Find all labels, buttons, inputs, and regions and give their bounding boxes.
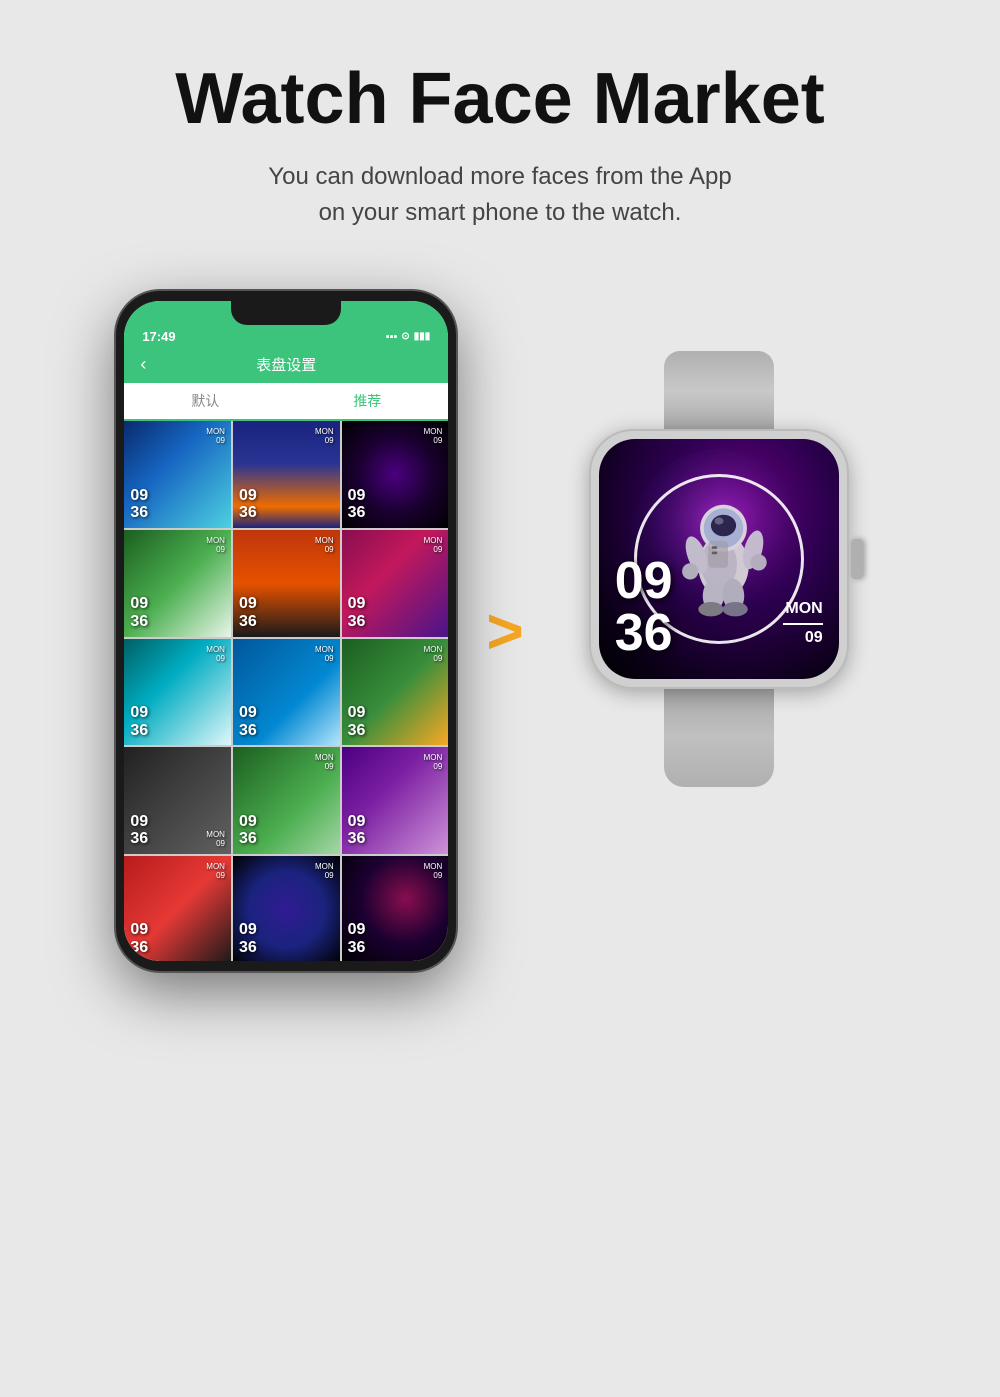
page-title: Watch Face Market: [175, 60, 825, 139]
smartwatch: 09 36 MON 09: [554, 351, 884, 911]
watch-face-cell[interactable]: 0936MON09: [342, 421, 449, 528]
watch-face-cell[interactable]: 0936MON09: [233, 421, 340, 528]
watch-date-line: [783, 623, 823, 625]
watch-face-cell[interactable]: 0936MON09: [124, 421, 231, 528]
watch-time: 09 36: [615, 555, 673, 659]
wifi-icon: ▪▪▪: [386, 331, 398, 343]
phone-body: 17:49 ▪▪▪ ⊙ ▮▮▮ ‹ 表盘设置 默认 推荐: [116, 291, 456, 971]
arrow: >: [486, 594, 523, 668]
status-icons: ▪▪▪ ⊙ ▮▮▮: [386, 331, 431, 343]
phone: 17:49 ▪▪▪ ⊙ ▮▮▮ ‹ 表盘设置 默认 推荐: [116, 291, 456, 971]
phone-time: 17:49: [142, 329, 175, 344]
watch-face-cell[interactable]: 0936MON09: [124, 747, 231, 854]
phone-nav-bar: ‹ 表盘设置: [124, 346, 448, 383]
watch-face-cell[interactable]: 0936MON09: [233, 747, 340, 854]
watch-date: MON 09: [783, 598, 823, 649]
wifi-symbol: ⊙: [401, 331, 409, 342]
watch-face-cell[interactable]: 0936MON09: [124, 530, 231, 637]
watch-face-cell[interactable]: 0936MON09: [342, 639, 449, 746]
back-button[interactable]: ‹: [140, 354, 146, 375]
watch-face-cell[interactable]: 0936MON09: [233, 530, 340, 637]
watch-face-cell[interactable]: 0936MON09: [233, 639, 340, 746]
watch-face-cell[interactable]: 0936MON09: [342, 856, 449, 961]
watch-face-cell[interactable]: 0936MON09: [124, 856, 231, 961]
watch-face-cell[interactable]: 0936MON09: [233, 856, 340, 961]
battery-icon: ▮▮▮: [414, 331, 431, 342]
watch-faces-grid: 0936MON090936MON090936MON090936MON090936…: [124, 421, 448, 961]
watch-date-num: 09: [783, 627, 823, 649]
watch-band-bottom: [664, 687, 774, 787]
watch-body: 09 36 MON 09: [589, 429, 849, 689]
watch-screen: 09 36 MON 09: [599, 439, 839, 679]
phone-screen: 17:49 ▪▪▪ ⊙ ▮▮▮ ‹ 表盘设置 默认 推荐: [124, 301, 448, 961]
watch-minute: 36: [615, 607, 673, 659]
watch-face-cell[interactable]: 0936MON09: [342, 530, 449, 637]
page-subtitle: You can download more faces from the App…: [268, 159, 731, 231]
watch-crown-button[interactable]: [851, 539, 863, 579]
arrow-symbol: >: [486, 594, 523, 668]
watch-day: MON: [783, 598, 823, 620]
watch-face-cell[interactable]: 0936MON09: [124, 639, 231, 746]
tab-default[interactable]: 默认: [124, 383, 286, 419]
phone-notch: [231, 301, 341, 325]
watch-face-cell[interactable]: 0936MON09: [342, 747, 449, 854]
devices-container: 17:49 ▪▪▪ ⊙ ▮▮▮ ‹ 表盘设置 默认 推荐: [40, 291, 960, 971]
tab-recommended[interactable]: 推荐: [286, 383, 448, 421]
watch-hour: 09: [615, 555, 673, 607]
watch-band-top: [664, 351, 774, 431]
nav-title: 表盘设置: [256, 354, 316, 375]
tab-bar: 默认 推荐: [124, 383, 448, 421]
